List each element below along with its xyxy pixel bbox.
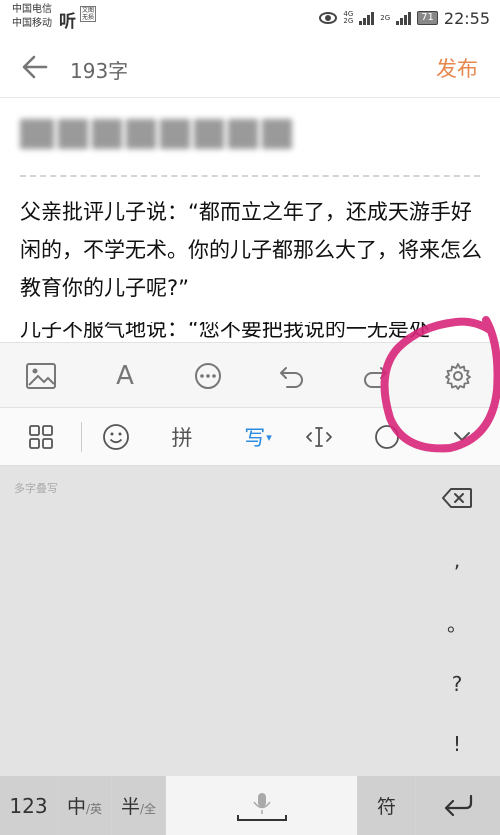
cursor-move-icon[interactable]: [302, 420, 336, 454]
handwriting-hint: 多字叠写: [14, 482, 58, 495]
half-full-width-key[interactable]: 半/全: [112, 776, 165, 835]
undo-icon[interactable]: [275, 359, 309, 393]
arrow-left-icon[interactable]: [22, 54, 48, 80]
keyboard-menu-icon[interactable]: [24, 420, 58, 454]
period-key[interactable]: 。: [432, 600, 482, 644]
enter-icon[interactable]: [416, 776, 500, 835]
collapse-keyboard-icon[interactable]: [445, 420, 479, 454]
article-body-partial[interactable]: 儿子不服气地说：“您不要把我说的一无是处: [20, 322, 500, 342]
settings-icon[interactable]: [441, 359, 475, 393]
signal-icon-1: [359, 11, 375, 25]
redo-icon[interactable]: [358, 359, 392, 393]
comma-key[interactable]: ,: [432, 538, 482, 582]
pinyin-mode-button[interactable]: 拼: [165, 420, 199, 454]
title-divider: [20, 175, 480, 177]
editor-header: 193字 发布: [0, 36, 500, 98]
font-icon[interactable]: A: [108, 359, 142, 393]
publish-button[interactable]: 发布: [436, 53, 478, 83]
battery-icon: 71: [417, 11, 438, 25]
symbol-key[interactable]: 符: [358, 776, 415, 835]
toolbar-separator: [81, 422, 82, 452]
question-key[interactable]: ?: [432, 662, 482, 706]
word-count: 193字: [70, 59, 129, 83]
voice-input-icon[interactable]: [370, 420, 404, 454]
keyboard-bottom-row: 123 中/英 半/全 符: [0, 776, 500, 835]
format-toolbar: A: [0, 342, 500, 408]
eye-comfort-icon: [319, 12, 338, 24]
number-mode-key[interactable]: 123: [0, 776, 57, 835]
space-key[interactable]: [166, 776, 357, 835]
network-type-1: 4G 2G: [343, 10, 354, 25]
signal-icon-2: [396, 11, 412, 25]
carrier-1: 中国电信: [12, 4, 52, 15]
hd-audio-icon: 听: [59, 12, 76, 32]
carrier-info: 中国电信 中国移动: [12, 3, 52, 31]
exclamation-key[interactable]: !: [432, 722, 482, 766]
backspace-icon[interactable]: [432, 476, 482, 520]
status-icons: 4G 2G 2G 71 22:55: [319, 8, 490, 28]
handwriting-pad[interactable]: 多字叠写 , 。 ? !: [0, 466, 500, 776]
more-icon[interactable]: [191, 359, 225, 393]
hd-audio-badge: 文图 无损: [80, 6, 97, 22]
keyboard-toolbar: 拼 写 ▾: [0, 408, 500, 466]
carrier-2: 中国移动: [12, 18, 52, 29]
status-bar: 中国电信 中国移动 听 文图 无损 4G 2G 2G 71 22:55: [0, 0, 500, 36]
clock: 22:55: [443, 8, 490, 28]
network-type-2: 2G: [380, 13, 391, 22]
handwriting-mode-button[interactable]: 写 ▾: [237, 420, 279, 454]
article-title-blurred[interactable]: [20, 114, 300, 154]
image-icon[interactable]: [24, 359, 58, 393]
emoji-icon[interactable]: [99, 420, 133, 454]
cn-en-toggle-key[interactable]: 中/英: [58, 776, 111, 835]
article-body[interactable]: 父亲批评儿子说：“都而立之年了，还成天游手好闲的，不学无术。你的儿子都那么大了，…: [20, 193, 490, 307]
microphone-icon: [236, 792, 287, 821]
